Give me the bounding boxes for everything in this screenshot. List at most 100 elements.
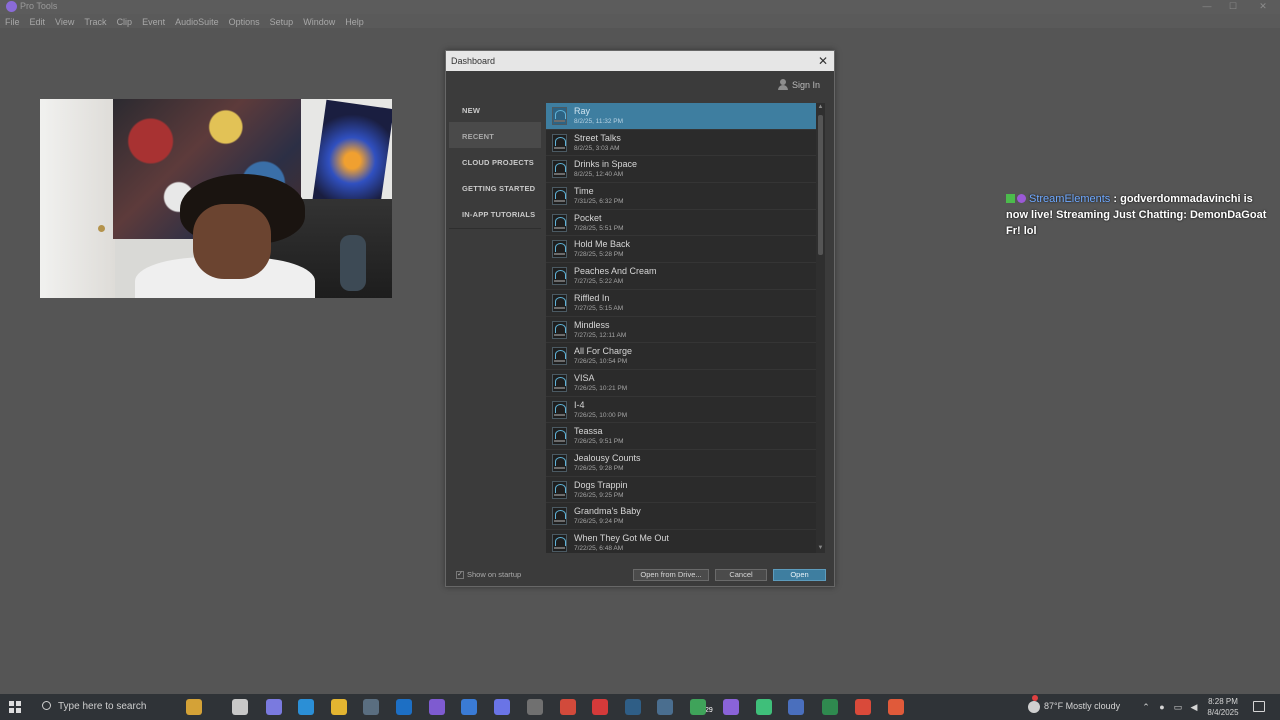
dashboard-dialog: Dashboard ✕ Sign In NEW RECENT CLOUD PRO… [445, 50, 835, 587]
session-row[interactable]: Street Talks 8/2/25, 3:03 AM [546, 130, 825, 157]
show-on-startup-label: Show on startup [467, 570, 522, 579]
notifications-icon[interactable] [1253, 701, 1265, 712]
robinhood-icon[interactable] [756, 699, 772, 715]
pro-tools-icon[interactable] [429, 699, 445, 715]
sidebar-item-in-app-tutorials[interactable]: IN-APP TUTORIALS [449, 200, 541, 226]
clock[interactable]: 8:28 PM 8/4/2025 [1205, 696, 1241, 718]
chrome-icon[interactable] [560, 699, 576, 715]
taskbar-search-input[interactable]: Type here to search [58, 701, 146, 712]
session-row[interactable]: Hold Me Back 7/28/25, 5:28 PM [546, 236, 825, 264]
dialog-title: Dashboard [446, 51, 834, 71]
minimize-button[interactable]: — [1194, 0, 1220, 14]
menu-view[interactable]: View [55, 14, 79, 28]
open-button[interactable]: Open [773, 569, 826, 581]
sign-in-button[interactable]: Sign In [777, 79, 820, 90]
session-row[interactable]: Jealousy Counts 7/26/25, 9:28 PM [546, 450, 825, 477]
weather-text[interactable]: 87°F Mostly cloudy [1044, 701, 1120, 711]
media-player-icon[interactable] [527, 699, 543, 715]
weather-icon[interactable] [1028, 701, 1040, 713]
session-row[interactable]: All For Charge 7/26/25, 10:54 PM [546, 343, 825, 370]
copilot-icon[interactable] [186, 699, 202, 715]
chat-message: StreamElements : godverdommadavinchi is … [1006, 191, 1276, 239]
menu-setup[interactable]: Setup [270, 14, 299, 28]
session-file-icon [552, 187, 567, 206]
menu-help[interactable]: Help [345, 14, 369, 28]
menu-options[interactable]: Options [229, 14, 265, 28]
menu-track[interactable]: Track [84, 14, 111, 28]
chrome-2-icon[interactable] [855, 699, 871, 715]
dialog-close-icon[interactable]: ✕ [818, 54, 828, 68]
session-row[interactable]: I-4 7/26/25, 10:00 PM [546, 397, 825, 424]
edge-icon[interactable] [298, 699, 314, 715]
pro-tools-icon [6, 1, 17, 12]
session-date: 7/26/25, 10:00 PM [574, 411, 628, 419]
excel-icon[interactable] [822, 699, 838, 715]
session-file-icon [552, 507, 567, 526]
session-name: Time [574, 186, 594, 197]
session-row[interactable]: Riffled In 7/27/25, 5:15 AM [546, 290, 825, 317]
session-row[interactable]: Grandma's Baby 7/26/25, 9:24 PM [546, 503, 825, 530]
task-view-icon[interactable] [232, 699, 248, 715]
session-row[interactable]: Peaches And Cream 7/27/25, 5:22 AM [546, 263, 825, 290]
menu-clip[interactable]: Clip [117, 14, 138, 28]
session-row[interactable]: Mindless 7/27/25, 12:11 AM [546, 317, 825, 344]
network-icon[interactable]: ▭ [1173, 702, 1183, 712]
tray-chevron-icon[interactable]: ⌃ [1141, 702, 1151, 712]
maximize-button[interactable]: ☐ [1220, 0, 1246, 14]
open-from-drive-button[interactable]: Open from Drive... [633, 569, 709, 581]
cancel-button[interactable]: Cancel [715, 569, 767, 581]
session-name: Hold Me Back [574, 239, 631, 250]
search-icon[interactable] [42, 701, 51, 710]
copilot-app-icon[interactable] [266, 699, 282, 715]
menu-file[interactable]: File [5, 14, 25, 28]
store-icon[interactable] [461, 699, 477, 715]
app-icon[interactable] [657, 699, 673, 715]
session-row[interactable]: Drinks in Space 8/2/25, 12:40 AM [546, 156, 825, 184]
photos-icon[interactable] [363, 699, 379, 715]
user-icon [777, 79, 788, 90]
whatsapp-icon[interactable] [690, 699, 706, 715]
microphone-icon[interactable]: ● [1157, 702, 1167, 712]
session-date: 7/27/25, 5:22 AM [574, 278, 624, 286]
session-file-icon [552, 293, 567, 312]
sidebar-item-getting-started[interactable]: GETTING STARTED [449, 174, 541, 200]
windows-start-icon[interactable] [9, 701, 21, 713]
session-list-scrollbar[interactable]: ▲ ▼ [816, 103, 825, 553]
session-row[interactable]: Teassa 7/26/25, 9:51 PM [546, 423, 825, 450]
session-date: 7/26/25, 10:54 PM [574, 358, 628, 366]
session-row[interactable]: Time 7/31/25, 6:32 PM [546, 183, 825, 210]
session-date: 8/2/25, 11:32 PM [574, 118, 624, 125]
webcam-door [40, 99, 115, 298]
menu-window[interactable]: Window [303, 14, 340, 28]
app-2-icon[interactable] [788, 699, 804, 715]
scroll-up-icon[interactable]: ▲ [816, 103, 825, 112]
session-file-icon [552, 400, 567, 419]
sidebar-item-cloud-projects[interactable]: CLOUD PROJECTS [449, 148, 541, 174]
capcut-icon[interactable] [592, 699, 608, 715]
steam-icon[interactable] [625, 699, 641, 715]
clock-date: 8/4/2025 [1207, 708, 1239, 717]
sidebar-item-recent[interactable]: RECENT [449, 122, 541, 148]
session-row[interactable]: Ray 8/2/25, 11:32 PM [546, 103, 825, 130]
scroll-down-icon[interactable]: ▼ [816, 544, 825, 553]
checkbox-check-icon[interactable]: ✓ [456, 570, 464, 579]
menu-audiosuite[interactable]: AudioSuite [175, 14, 224, 28]
session-row[interactable]: When They Got Me Out 7/22/25, 6:48 AM [546, 530, 825, 553]
chat-username: StreamElements [1029, 193, 1111, 205]
chrome-3-icon[interactable] [888, 699, 904, 715]
show-on-startup-checkbox[interactable]: ✓ Show on startup [456, 570, 521, 579]
outlook-icon[interactable] [396, 699, 412, 715]
sidebar-item-new[interactable]: NEW [449, 96, 541, 122]
scroll-thumb[interactable] [818, 115, 823, 255]
session-row[interactable]: Pocket 7/28/25, 5:51 PM [546, 210, 825, 237]
volume-icon[interactable]: ◀ [1189, 702, 1199, 712]
session-row[interactable]: VISA 7/26/25, 10:21 PM [546, 370, 825, 397]
sidebar-divider [449, 228, 541, 229]
close-window-button[interactable]: ✕ [1250, 0, 1276, 14]
file-explorer-icon[interactable] [331, 699, 347, 715]
discord-icon[interactable] [494, 699, 510, 715]
menu-edit[interactable]: Edit [30, 14, 51, 28]
pro-tools-2-icon[interactable] [723, 699, 739, 715]
session-row[interactable]: Dogs Trappin 7/26/25, 9:25 PM [546, 477, 825, 504]
menu-event[interactable]: Event [142, 14, 170, 28]
